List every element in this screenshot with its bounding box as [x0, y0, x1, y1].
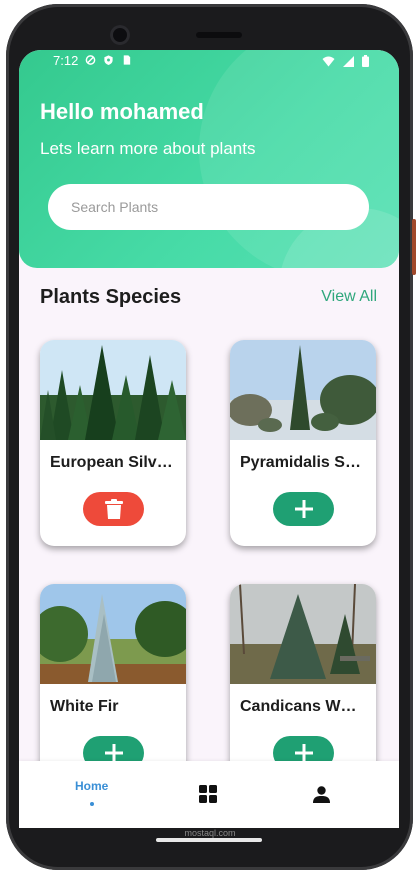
sim-icon — [123, 55, 131, 65]
grid-icon — [199, 785, 217, 803]
earpiece-speaker — [196, 32, 242, 38]
plus-icon — [294, 500, 313, 518]
nav-categories[interactable] — [199, 785, 217, 803]
wifi-icon — [322, 56, 335, 66]
plant-card[interactable]: European Silv… — [40, 340, 186, 546]
signal-icon — [343, 55, 354, 67]
bottom-navigation: Home — [19, 761, 399, 828]
header: 7:12 Hello mohamed Lets learn more about… — [19, 50, 399, 268]
delete-button[interactable] — [83, 492, 144, 526]
search-input[interactable] — [48, 184, 369, 230]
status-time: 7:12 — [53, 53, 79, 68]
plant-image — [230, 584, 376, 684]
plant-card[interactable]: Candicans W… — [230, 584, 376, 790]
nav-home-label: Home — [75, 779, 109, 793]
plant-image — [230, 340, 376, 440]
nav-profile[interactable] — [313, 786, 330, 803]
view-all-link[interactable]: View All — [321, 288, 377, 306]
plus-icon — [294, 744, 313, 762]
plant-card[interactable]: Pyramidalis S… — [230, 340, 376, 546]
status-left-icons — [85, 54, 132, 66]
plant-name: Pyramidalis S… — [240, 454, 361, 471]
plus-icon — [104, 744, 123, 762]
add-button[interactable] — [273, 492, 334, 526]
top-bezel — [96, 22, 326, 48]
section-title: Plants Species — [40, 286, 182, 308]
plant-name: Candicans W… — [240, 698, 357, 715]
status-bar: 7:12 — [19, 50, 399, 72]
status-right-icons — [322, 55, 369, 67]
nav-home[interactable]: Home — [75, 779, 108, 806]
user-icon — [313, 786, 330, 803]
nav-active-indicator — [89, 802, 94, 806]
app-screen: 7:12 Hello mohamed Lets learn more about… — [19, 50, 399, 828]
battery-icon — [362, 55, 369, 67]
greeting-subtitle: Lets learn more about plants — [40, 139, 256, 158]
greeting-title: Hello mohamed — [40, 99, 204, 124]
shield-icon — [104, 55, 113, 65]
power-button — [412, 219, 416, 275]
gesture-bar — [156, 838, 262, 842]
plant-card[interactable]: White Fir — [40, 584, 186, 790]
plant-name: European Silv… — [50, 454, 173, 471]
dnd-icon — [85, 55, 96, 65]
plant-image — [40, 584, 186, 684]
front-camera — [110, 25, 130, 45]
watermark: mostaql.com — [184, 828, 236, 838]
plant-name: White Fir — [50, 698, 119, 715]
trash-icon — [104, 499, 123, 519]
plant-image — [40, 340, 186, 440]
